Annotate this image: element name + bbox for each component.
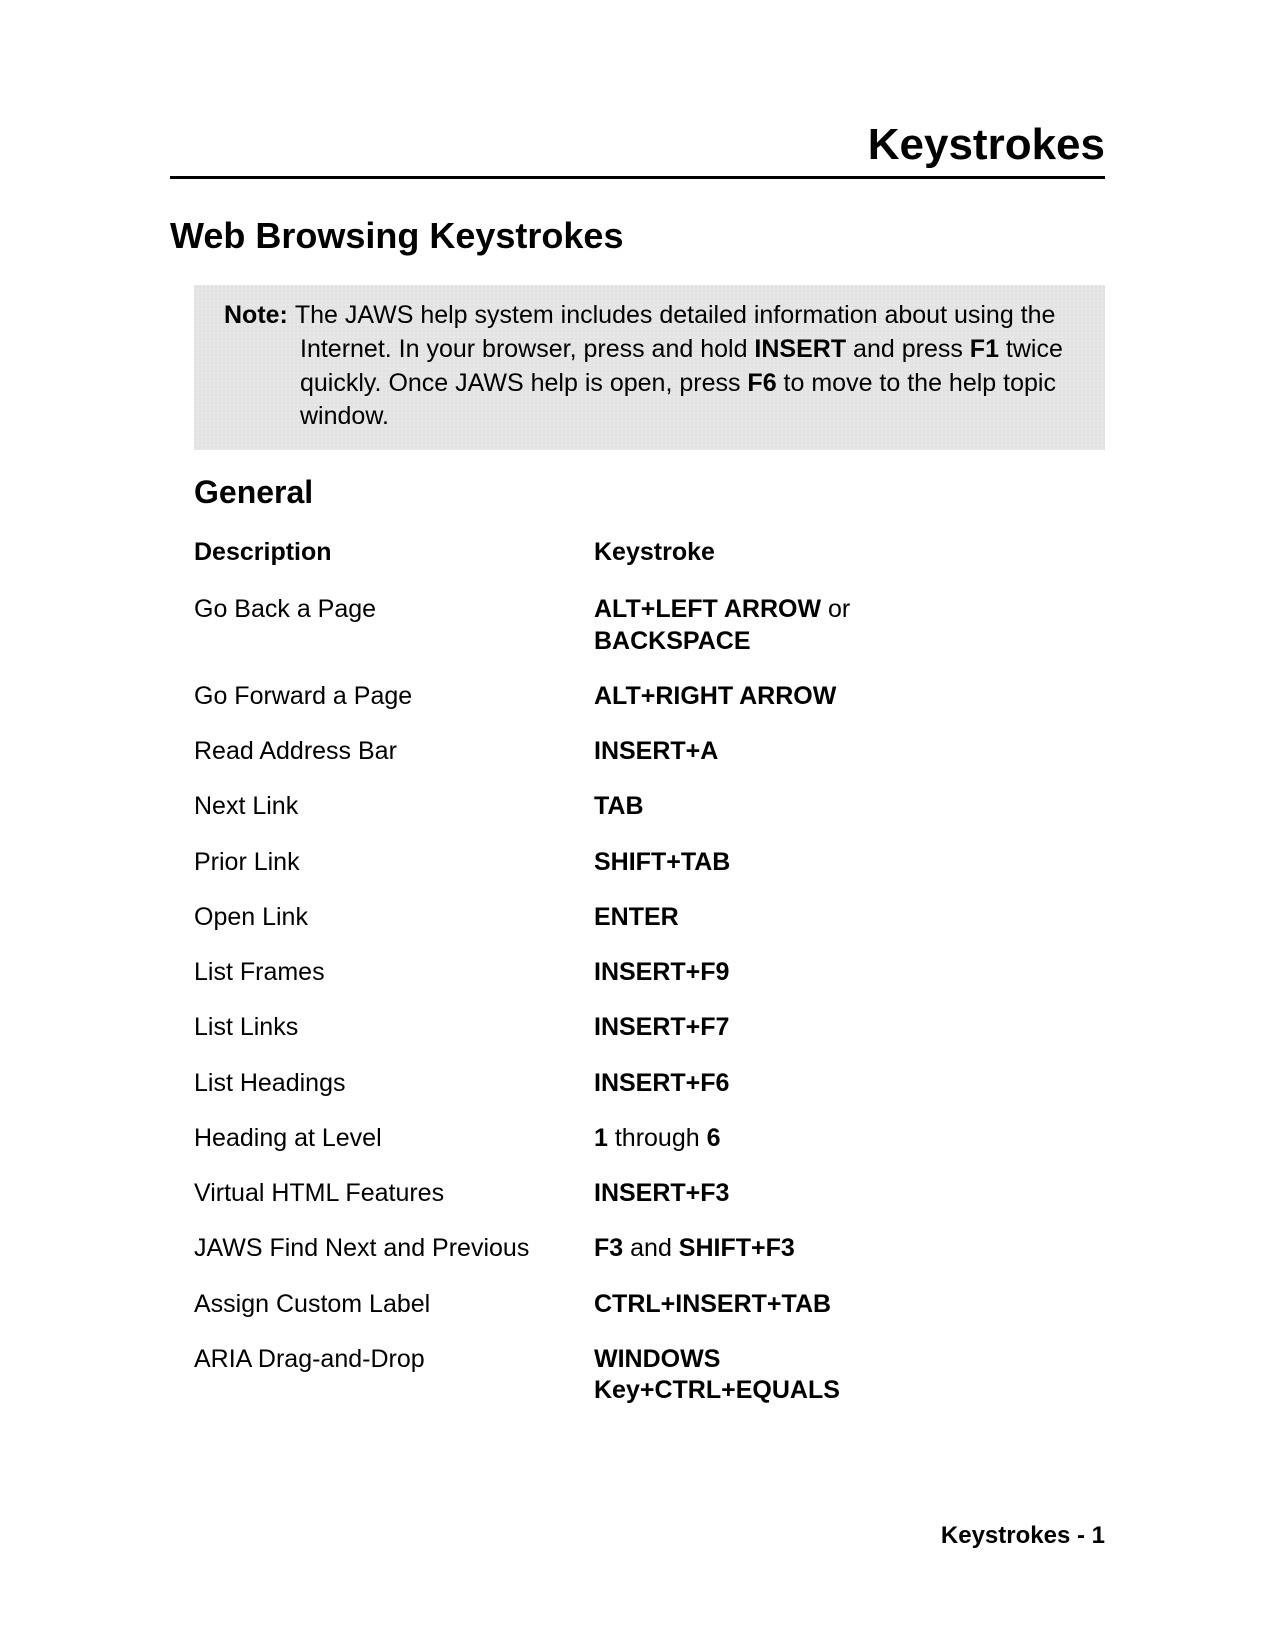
keystroke-cell: F3 and SHIFT+F3 [594,1233,954,1264]
keystroke-segment: ENTER [594,903,679,931]
note-f1: F1 [970,335,999,363]
column-header-description: Description [194,537,594,568]
table-row: Prior LinkSHIFT+TAB [194,847,954,878]
keystroke-segment: TAB [594,792,644,820]
table-row: Go Back a PageALT+LEFT ARROW or BACKSPAC… [194,594,954,657]
keystroke-cell: INSERT+A [594,736,954,767]
note-f6: F6 [747,369,776,397]
keystroke-segment: INSERT+A [594,737,718,765]
note-box: Note: The JAWS help system includes deta… [194,285,1105,450]
keystroke-cell: 1 through 6 [594,1123,954,1154]
description-cell: List Frames [194,957,594,988]
description-cell: ARIA Drag-and-Drop [194,1344,594,1375]
description-cell: Heading at Level [194,1123,594,1154]
keystroke-segment: ALT+RIGHT ARROW [594,682,836,710]
table-row: List FramesINSERT+F9 [194,957,954,988]
keystroke-cell: ENTER [594,902,954,933]
keystroke-segment: 6 [707,1124,721,1152]
note-insert: INSERT [754,335,846,363]
note-label: Note: [224,301,295,329]
keystroke-segment: INSERT+F9 [594,958,729,986]
keystroke-cell: ALT+RIGHT ARROW [594,681,954,712]
description-cell: List Links [194,1012,594,1043]
section-heading: General [194,474,1105,511]
keystroke-segment: ALT+LEFT ARROW [594,595,821,623]
keystroke-cell: WINDOWS Key+CTRL+EQUALS [594,1344,954,1407]
keystroke-cell: INSERT+F7 [594,1012,954,1043]
description-cell: List Headings [194,1068,594,1099]
keystroke-cell: INSERT+F3 [594,1178,954,1209]
description-cell: Prior Link [194,847,594,878]
table-row: ARIA Drag-and-DropWINDOWS Key+CTRL+EQUAL… [194,1344,954,1407]
description-cell: Assign Custom Label [194,1289,594,1320]
keystroke-segment: INSERT+F6 [594,1069,729,1097]
keystroke-segment: and [623,1234,679,1262]
keystroke-segment: WINDOWS Key+CTRL+EQUALS [594,1345,840,1404]
description-cell: Open Link [194,902,594,933]
keystroke-cell: TAB [594,791,954,822]
keystroke-cell: INSERT+F6 [594,1068,954,1099]
table-row: List HeadingsINSERT+F6 [194,1068,954,1099]
keystroke-cell: INSERT+F9 [594,957,954,988]
description-cell: JAWS Find Next and Previous [194,1233,594,1264]
keystroke-segment: INSERT+F7 [594,1013,729,1041]
table-row: Go Forward a PageALT+RIGHT ARROW [194,681,954,712]
table-header: Description Keystroke [194,537,954,568]
page-subtitle: Web Browsing Keystrokes [170,215,1105,257]
page-title: Keystrokes [170,120,1105,170]
table-row: Open LinkENTER [194,902,954,933]
keystroke-segment: BACKSPACE [594,627,751,655]
description-cell: Go Back a Page [194,594,594,625]
note-text: and press [846,335,970,363]
table-row: List LinksINSERT+F7 [194,1012,954,1043]
table-row: JAWS Find Next and PreviousF3 and SHIFT+… [194,1233,954,1264]
table-row: Assign Custom LabelCTRL+INSERT+TAB [194,1289,954,1320]
keystroke-segment: INSERT+F3 [594,1179,729,1207]
keystroke-table: Description Keystroke Go Back a PageALT+… [194,537,954,1406]
page-footer: Keystrokes - 1 [941,1522,1105,1550]
keystroke-cell: SHIFT+TAB [594,847,954,878]
keystroke-segment: CTRL+INSERT+TAB [594,1290,831,1318]
keystroke-cell: CTRL+INSERT+TAB [594,1289,954,1320]
keystroke-segment: through [608,1124,707,1152]
table-row: Heading at Level1 through 6 [194,1123,954,1154]
keystroke-cell: ALT+LEFT ARROW or BACKSPACE [594,594,954,657]
description-cell: Read Address Bar [194,736,594,767]
column-header-keystroke: Keystroke [594,537,954,568]
description-cell: Virtual HTML Features [194,1178,594,1209]
table-row: Read Address BarINSERT+A [194,736,954,767]
keystroke-segment: or [821,595,850,623]
table-row: Next LinkTAB [194,791,954,822]
description-cell: Go Forward a Page [194,681,594,712]
keystroke-segment: F3 [594,1234,623,1262]
table-row: Virtual HTML FeaturesINSERT+F3 [194,1178,954,1209]
keystroke-segment: SHIFT+F3 [679,1234,795,1262]
keystroke-segment: SHIFT+TAB [594,848,730,876]
keystroke-segment: 1 [594,1124,608,1152]
description-cell: Next Link [194,791,594,822]
